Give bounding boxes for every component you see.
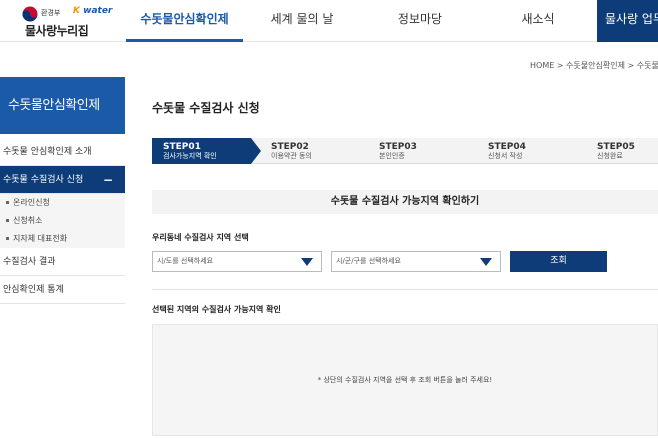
sidebar-subitem-local-phone[interactable]: 지자체 대표전화 bbox=[0, 230, 125, 248]
sidebar-item-label: 수돗물 안심확인제 소개 bbox=[3, 147, 92, 157]
step-number: STEP03 bbox=[379, 142, 417, 152]
sidebar-subitem-online-apply[interactable]: 온라인신청 bbox=[0, 194, 125, 212]
sidebar-subitem-label: 신청취소 bbox=[13, 216, 43, 225]
dropdown-caret-icon bbox=[301, 258, 313, 266]
result-box: * 상단의 수질검사 지역을 선택 후 조회 버튼을 눌러 주세요! bbox=[152, 324, 658, 436]
nav-menu-news[interactable]: 새소식 bbox=[479, 0, 597, 42]
nav-menu-info[interactable]: 정보마당 bbox=[361, 0, 479, 42]
sidebar-item-label: 안심확인제 통계 bbox=[3, 285, 64, 295]
step-label: 신청서 작성 bbox=[488, 152, 523, 160]
bullet-icon bbox=[6, 219, 9, 222]
taegeuk-emblem-icon bbox=[22, 6, 38, 22]
site-header: 환경부 K water 물사랑누리집 수돗물안심확인제 세계 물의 날 정보마당… bbox=[0, 0, 658, 42]
sidebar-subitem-label: 지자체 대표전화 bbox=[13, 234, 68, 243]
result-message: * 상단의 수질검사 지역을 선택 후 조회 버튼을 눌러 주세요! bbox=[317, 376, 493, 384]
divider bbox=[152, 289, 658, 290]
step-number: STEP05 bbox=[597, 142, 635, 152]
sidebar-title: 수돗물안심확인제 bbox=[0, 77, 125, 134]
step-label: 본인인증 bbox=[379, 152, 405, 160]
step-1: STEP01 검사가능지역 확인 bbox=[152, 138, 251, 164]
district-select-placeholder: 시/군/구를 선택하세요 bbox=[336, 257, 401, 265]
step-label: 검사가능지역 확인 bbox=[163, 152, 217, 160]
bullet-icon bbox=[6, 201, 9, 204]
logo-brand: K water bbox=[73, 6, 112, 16]
sidebar-item-apply[interactable]: 수돗물 수질검사 신청 − bbox=[0, 166, 125, 194]
city-select[interactable]: 시/도를 선택하세요 bbox=[152, 251, 322, 272]
logo-brand-rest: water bbox=[83, 6, 113, 16]
step-2: STEP02 이용약관 동의 bbox=[260, 138, 368, 164]
logo-site-name: 물사랑누리집 bbox=[25, 24, 89, 38]
sidebar-item-label: 수질검사 결과 bbox=[3, 257, 56, 267]
nav-menu-tap-water-check[interactable]: 수돗물안심확인제 bbox=[126, 0, 243, 42]
step-label: 신청완료 bbox=[597, 152, 623, 160]
city-select-placeholder: 시/도를 선택하세요 bbox=[157, 257, 214, 265]
step-3: STEP03 본인인증 bbox=[368, 138, 476, 164]
nav-menu-work[interactable]: 물사랑 업무 bbox=[597, 0, 658, 42]
site-logo[interactable]: 환경부 K water 물사랑누리집 bbox=[22, 5, 122, 38]
section-title: 수돗물 수질검사 가능지역 확인하기 bbox=[152, 190, 658, 214]
dropdown-caret-icon bbox=[480, 258, 492, 266]
page-title: 수돗물 수질검사 신청 bbox=[152, 101, 260, 115]
sidebar-item-stats[interactable]: 안심확인제 통계 bbox=[0, 276, 125, 304]
result-label: 선택된 지역의 수질검사 가능지역 확인 bbox=[152, 305, 281, 314]
step-number: STEP02 bbox=[271, 142, 309, 152]
nav-menu-world-water-day[interactable]: 세계 물의 날 bbox=[243, 0, 361, 42]
sidebar-subitem-cancel[interactable]: 신청취소 bbox=[0, 212, 125, 230]
sidebar-item-label: 수돗물 수질검사 신청 bbox=[3, 175, 84, 185]
region-select-label: 우리동네 수질검사 지역 선택 bbox=[152, 233, 249, 242]
bullet-icon bbox=[6, 237, 9, 240]
logo-brand-k: K bbox=[73, 6, 80, 16]
step-5: STEP05 신청완료 bbox=[586, 138, 658, 164]
sidebar-item-results[interactable]: 수질검사 결과 bbox=[0, 248, 125, 276]
step-indicator: STEP01 검사가능지역 확인 STEP02 이용약관 동의 STEP03 본… bbox=[152, 138, 658, 164]
step-label: 이용약관 동의 bbox=[271, 152, 312, 160]
step-number: STEP04 bbox=[488, 142, 526, 152]
step-4: STEP04 신청서 작성 bbox=[477, 138, 585, 164]
breadcrumb: HOME > 수돗물안심확인제 > 수돗물 수 bbox=[530, 61, 658, 70]
district-select[interactable]: 시/군/구를 선택하세요 bbox=[331, 251, 501, 272]
sidebar-subitem-label: 온라인신청 bbox=[13, 198, 50, 207]
step-number: STEP01 bbox=[163, 142, 201, 152]
search-button[interactable]: 조회 bbox=[510, 251, 607, 272]
sidebar-item-intro[interactable]: 수돗물 안심확인제 소개 bbox=[0, 138, 125, 166]
logo-org-name: 환경부 bbox=[41, 9, 61, 17]
collapse-minus-icon[interactable]: − bbox=[103, 166, 113, 194]
